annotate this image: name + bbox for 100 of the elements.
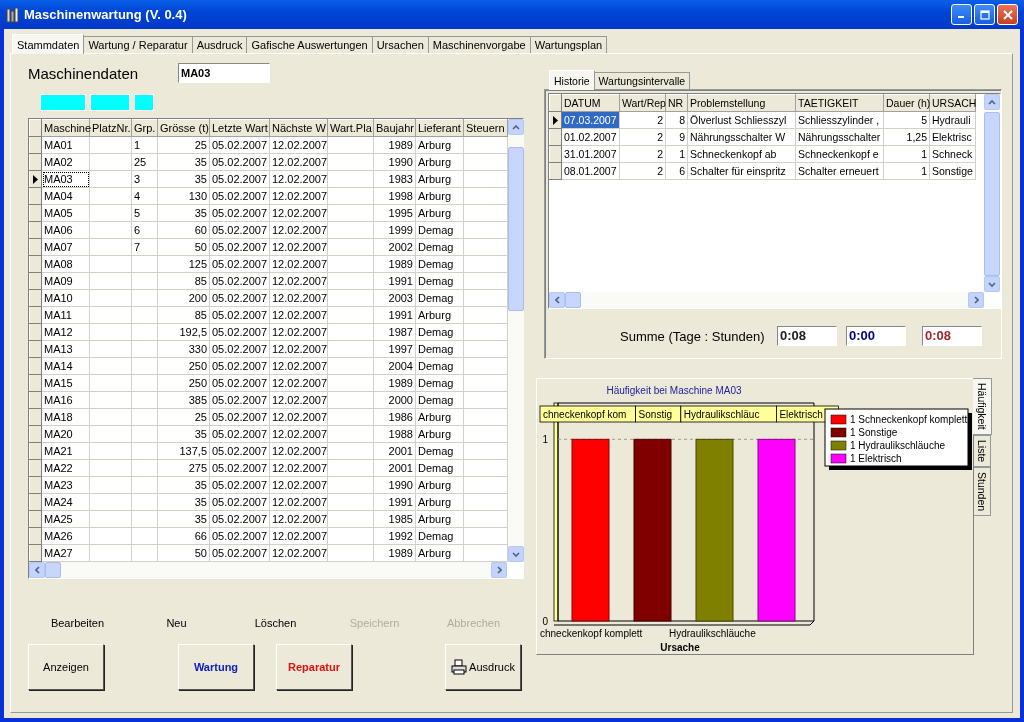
table-cell: 2: [619, 128, 666, 146]
horizontal-scrollbar[interactable]: [549, 292, 984, 308]
column-header[interactable]: Wart.Pla: [327, 119, 374, 137]
tab[interactable]: Wartungsintervalle: [594, 72, 691, 89]
minimize-button[interactable]: [951, 4, 972, 25]
table-cell: MA14: [41, 357, 90, 375]
column-header[interactable]: Lieferant: [415, 119, 464, 137]
tab[interactable]: Gafische Auswertungen: [247, 36, 373, 53]
scroll-left-button[interactable]: [549, 292, 565, 308]
table-cell: 192,5: [157, 323, 210, 341]
action-button[interactable]: Neu: [166, 617, 187, 629]
chevron-left-icon: [34, 566, 40, 574]
table-cell: Ölverlust Schliesszyl: [687, 111, 796, 129]
scroll-down-button[interactable]: [508, 546, 524, 562]
table-cell: Arburg: [415, 187, 464, 205]
column-header[interactable]: URSACH: [929, 94, 976, 112]
table-cell: 12.02.2007: [269, 153, 328, 171]
table-cell: Demag: [415, 391, 464, 409]
horizontal-scrollbar[interactable]: [29, 562, 507, 578]
table-cell: 25: [131, 153, 158, 171]
action-button[interactable]: Löschen: [254, 617, 297, 629]
column-header[interactable]: Baujahr: [373, 119, 416, 137]
table-cell: 05.02.2007: [209, 340, 270, 358]
table-cell: 12.02.2007: [269, 374, 328, 392]
vertical-scrollbar[interactable]: [984, 94, 1000, 292]
table-cell: 385: [157, 391, 210, 409]
table-cell: 12.02.2007: [269, 238, 328, 256]
column-header[interactable]: TAETIGKEIT: [795, 94, 884, 112]
scrollbar-thumb[interactable]: [565, 292, 581, 308]
table-cell: 12.02.2007: [269, 136, 328, 154]
sum-field[interactable]: 0:08: [922, 326, 982, 346]
table-cell: 1991: [373, 272, 416, 290]
table-cell: 25: [157, 408, 210, 426]
chart-title: Häufigkeit bei Maschine MA03: [606, 385, 742, 396]
sum-field[interactable]: 0:08: [777, 326, 837, 346]
tab[interactable]: Häufigkeit: [973, 378, 992, 435]
scroll-left-button[interactable]: [29, 562, 45, 578]
tab[interactable]: Wartungsplan: [530, 36, 608, 53]
table-cell: Arburg: [415, 408, 464, 426]
section-title: Maschinendaten: [28, 64, 140, 82]
table-cell: 05.02.2007: [209, 153, 270, 171]
table-cell: 25: [157, 136, 210, 154]
column-header[interactable]: Grösse (t): [157, 119, 210, 137]
table-cell: 5: [883, 111, 930, 129]
table-cell: Demag: [415, 459, 464, 477]
machine-field[interactable]: MA03: [178, 63, 270, 83]
table-cell: 130: [157, 187, 210, 205]
maximize-button[interactable]: [974, 4, 995, 25]
column-header[interactable]: NR: [665, 94, 688, 112]
tab[interactable]: Maschinenvorgabe: [428, 36, 531, 53]
axis-tick-label: 1: [542, 434, 548, 446]
column-header[interactable]: Grp.: [131, 119, 158, 137]
scroll-down-button[interactable]: [984, 276, 1000, 292]
sum-field[interactable]: 0:00: [846, 326, 906, 346]
tab[interactable]: Ursachen: [372, 36, 429, 53]
column-header[interactable]: Wart/Rep: [619, 94, 666, 112]
table-cell: 1: [665, 145, 688, 163]
table-cell: MA24: [41, 493, 90, 511]
scrollbar-thumb[interactable]: [984, 112, 1000, 276]
tab[interactable]: Stammdaten: [12, 34, 85, 54]
column-header[interactable]: Nächste W: [269, 119, 328, 137]
table-cell: 05.02.2007: [209, 323, 270, 341]
tab[interactable]: Historie: [549, 70, 595, 90]
tab[interactable]: Wartung / Reparatur: [84, 36, 193, 53]
printer-icon: [451, 659, 468, 675]
scrollbar-thumb[interactable]: [508, 147, 524, 311]
table-cell: Hydrauli: [929, 111, 976, 129]
close-button[interactable]: [997, 4, 1018, 25]
data-label: Hydraulikschläuc: [680, 405, 777, 423]
column-header[interactable]: Problemstellung: [687, 94, 796, 112]
scroll-up-button[interactable]: [984, 94, 1000, 110]
command-button[interactable]: Anzeigen: [28, 644, 104, 690]
table-cell: Demag: [415, 272, 464, 290]
row-header[interactable]: [29, 170, 42, 188]
scroll-right-button[interactable]: [968, 292, 984, 308]
tab[interactable]: Stunden: [974, 466, 991, 516]
chevron-left-icon: [554, 296, 560, 304]
column-header[interactable]: DATUM: [561, 94, 620, 112]
legend-label: 1 Hydraulikschläuche: [850, 440, 946, 451]
column-header[interactable]: Letzte Wart: [209, 119, 270, 137]
table-cell: Demag: [415, 357, 464, 375]
table-cell: Arburg: [415, 204, 464, 222]
column-header[interactable]: Dauer (h): [883, 94, 930, 112]
column-header[interactable]: Steuern: [463, 119, 508, 137]
scroll-right-button[interactable]: [491, 562, 507, 578]
scroll-up-button[interactable]: [508, 119, 524, 135]
action-button[interactable]: Bearbeiten: [50, 617, 105, 629]
column-header[interactable]: Maschine: [41, 119, 90, 137]
print-button[interactable]: Ausdruck: [445, 644, 521, 690]
tab[interactable]: Ausdruck: [192, 36, 248, 53]
command-button[interactable]: Wartung: [178, 644, 254, 690]
tab[interactable]: Liste: [974, 434, 991, 467]
table-cell: 137,5: [157, 442, 210, 460]
vertical-scrollbar[interactable]: [508, 119, 524, 562]
scrollbar-thumb[interactable]: [45, 562, 61, 578]
table-cell: Schneckenkopf ab: [687, 145, 796, 163]
table-cell: Arburg: [415, 476, 464, 494]
table-cell: Demag: [415, 323, 464, 341]
table-cell: 35: [157, 425, 210, 443]
command-button[interactable]: Reparatur: [276, 644, 352, 690]
